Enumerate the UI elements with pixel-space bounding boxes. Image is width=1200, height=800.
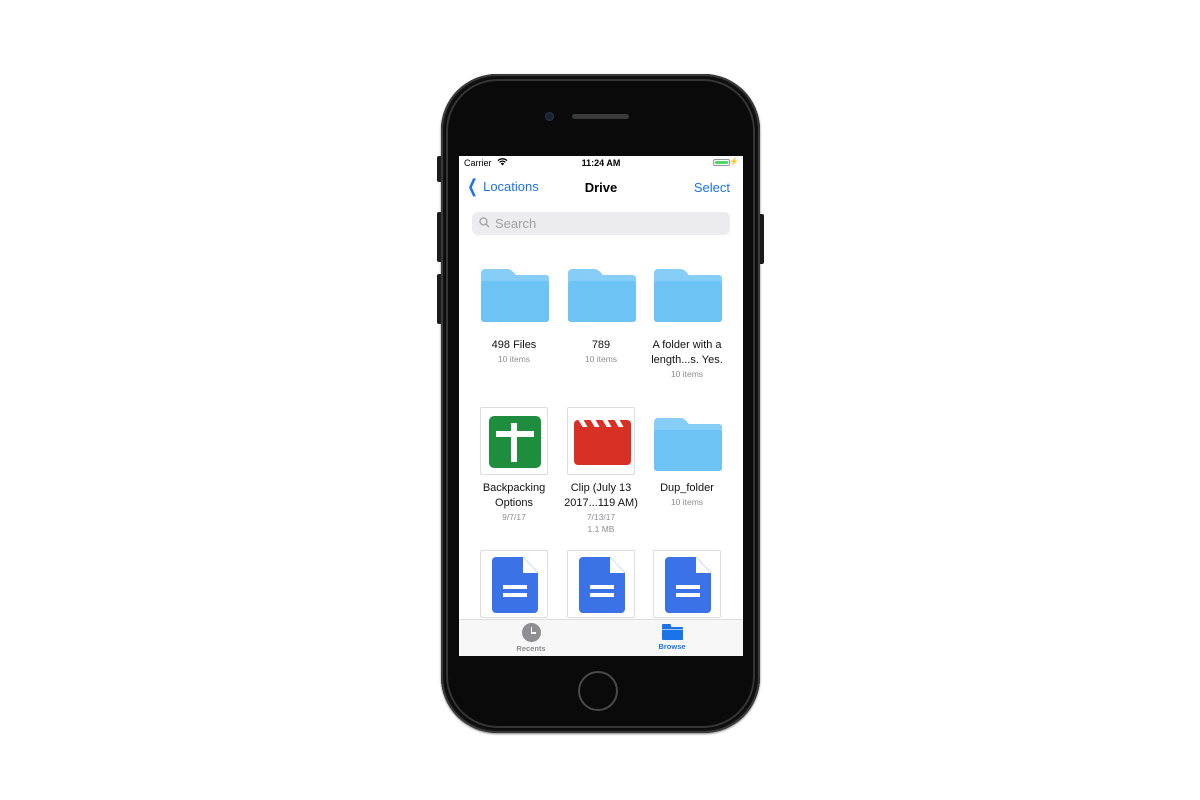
status-bar: Carrier 11:24 AM ⚡	[459, 156, 743, 170]
item-date: 7/13/17	[586, 512, 616, 522]
item-count: 10 items	[670, 497, 704, 507]
item-name-line1: Backpacking	[482, 482, 546, 494]
video-clapperboard-icon	[574, 420, 631, 465]
google-docs-icon	[665, 557, 711, 613]
thumbnail-frame	[480, 550, 548, 618]
item-name: 789	[591, 339, 611, 351]
item-name: A folder with a length...s. Yes.	[644, 338, 730, 368]
folder-icon	[654, 269, 722, 322]
item-count: 10 items	[584, 354, 618, 364]
tab-bar: Recents Browse	[459, 619, 743, 656]
search-placeholder: Search	[495, 216, 537, 231]
folder-item[interactable]: 498 Files 10 items	[471, 264, 557, 365]
folder-item[interactable]: 789 10 items	[558, 264, 644, 365]
tab-browse[interactable]: Browse	[632, 623, 712, 651]
file-item[interactable]: Backpacking Options 9/7/17	[471, 407, 557, 523]
clock-time: 11:24 AM	[581, 158, 621, 168]
thumbnail-frame	[567, 550, 635, 618]
item-name: Dup_folder	[660, 482, 714, 494]
item-name-line2: length...s. Yes.	[651, 354, 723, 366]
item-name: Backpacking Options	[471, 481, 557, 511]
lightning-bolt-icon: ⚡	[729, 157, 739, 166]
volume-up-button	[437, 212, 441, 262]
tab-label: Recents	[516, 644, 546, 653]
thumbnail-frame	[653, 550, 721, 618]
front-camera	[545, 112, 554, 121]
folder-icon	[654, 418, 722, 471]
mute-switch	[437, 156, 441, 182]
screen: Carrier 11:24 AM ⚡ ❮ Locations Drive Sel…	[459, 156, 743, 656]
item-name-line1: Clip (July 13	[570, 482, 632, 494]
select-button[interactable]: Select	[694, 180, 730, 195]
tab-recents[interactable]: Recents	[491, 623, 571, 653]
item-name-line1: A folder with a	[652, 339, 722, 351]
folder-icon	[481, 269, 549, 322]
folder-icon	[661, 624, 683, 640]
power-button	[760, 214, 764, 264]
item-size: 1.1 MB	[587, 524, 615, 534]
earpiece-speaker	[572, 114, 629, 119]
folder-item[interactable]: Dup_folder 10 items	[644, 407, 730, 508]
item-count: 10 items	[497, 354, 531, 364]
clock-icon	[521, 623, 541, 642]
google-docs-icon	[579, 557, 625, 613]
item-name: 498 Files	[491, 339, 537, 351]
battery-full-icon	[713, 159, 730, 166]
search-input[interactable]: Search	[472, 212, 730, 235]
google-docs-icon	[492, 557, 538, 613]
folder-icon	[568, 269, 636, 322]
item-date: 9/7/17	[502, 512, 526, 522]
home-button[interactable]	[578, 671, 618, 711]
tab-label: Browse	[658, 642, 686, 651]
item-name: Clip (July 13 2017...119 AM)	[558, 481, 644, 511]
item-name-line2: Options	[495, 497, 533, 509]
volume-down-button	[437, 274, 441, 324]
item-count: 10 items	[670, 369, 704, 379]
iphone-frame: Carrier 11:24 AM ⚡ ❮ Locations Drive Sel…	[437, 74, 764, 733]
thumbnail-frame	[480, 407, 548, 475]
navigation-bar: ❮ Locations Drive Select	[459, 170, 743, 202]
item-name-line2: 2017...119 AM)	[564, 497, 638, 509]
file-item[interactable]: Clip (July 13 2017...119 AM) 7/13/17 1.1…	[558, 407, 644, 535]
folder-item[interactable]: A folder with a length...s. Yes. 10 item…	[644, 264, 730, 380]
thumbnail-frame	[567, 407, 635, 475]
google-sheets-icon	[489, 416, 541, 468]
search-icon	[479, 216, 490, 231]
